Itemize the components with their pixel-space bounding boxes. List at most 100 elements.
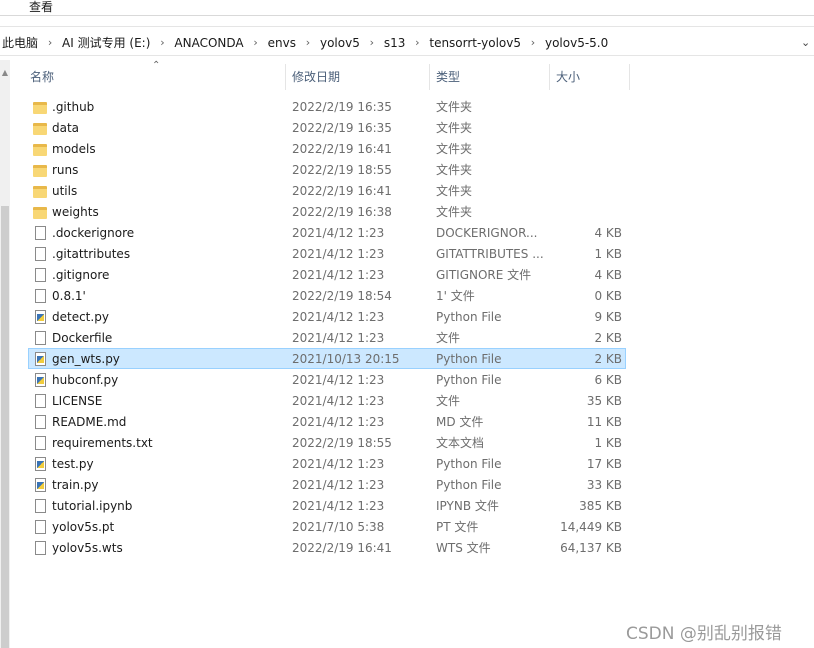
document-icon bbox=[35, 394, 46, 408]
python-logo-icon bbox=[37, 461, 44, 468]
file-row[interactable]: LICENSE 2021/4/12 1:23 文件 35 KB bbox=[28, 390, 626, 411]
file-type: 1' 文件 bbox=[436, 289, 475, 303]
chevron-right-icon[interactable]: › bbox=[244, 36, 268, 49]
file-row[interactable]: train.py 2021/4/12 1:23 Python File 33 KB bbox=[28, 474, 626, 495]
file-name: Dockerfile bbox=[52, 331, 113, 345]
column-name-header[interactable]: 名称 bbox=[30, 68, 54, 86]
python-file-icon bbox=[35, 310, 46, 324]
chevron-right-icon[interactable]: › bbox=[405, 36, 429, 49]
file-date: 2021/4/12 1:23 bbox=[292, 226, 385, 240]
file-type: 文件夹 bbox=[436, 184, 473, 198]
file-row[interactable]: Dockerfile 2021/4/12 1:23 文件 2 KB bbox=[28, 327, 626, 348]
python-logo-icon bbox=[37, 482, 44, 489]
python-logo-icon bbox=[37, 314, 44, 321]
file-date: 2021/4/12 1:23 bbox=[292, 394, 385, 408]
file-name: models bbox=[52, 142, 96, 156]
file-row[interactable]: utils 2022/2/19 16:41 文件夹 bbox=[28, 180, 626, 201]
file-name: runs bbox=[52, 163, 79, 177]
file-type: 文件 bbox=[436, 394, 461, 408]
breadcrumb-item[interactable]: ANACONDA bbox=[174, 36, 243, 50]
file-row[interactable]: README.md 2021/4/12 1:23 MD 文件 11 KB bbox=[28, 411, 626, 432]
folder-icon bbox=[33, 123, 47, 135]
file-row[interactable]: yolov5s.wts 2022/2/19 16:41 WTS 文件 64,137 K… bbox=[28, 537, 626, 558]
file-row[interactable]: yolov5s.pt 2021/7/10 5:38 PT 文件 14,449 KB bbox=[28, 516, 626, 537]
breadcrumb-item[interactable]: AI 测试专用 (E:) bbox=[62, 34, 150, 51]
menu-view[interactable]: 查看 bbox=[29, 0, 53, 14]
document-icon bbox=[35, 289, 46, 303]
document-icon bbox=[35, 331, 46, 345]
file-size: 0 KB bbox=[594, 289, 622, 303]
folder-icon bbox=[33, 186, 47, 198]
chevron-right-icon[interactable]: › bbox=[521, 36, 545, 49]
file-name: hubconf.py bbox=[52, 373, 119, 387]
file-type: Python File bbox=[436, 352, 502, 366]
file-name: README.md bbox=[52, 415, 127, 429]
file-date: 2022/2/19 16:35 bbox=[292, 121, 392, 135]
scroll-thumb[interactable] bbox=[1, 206, 9, 648]
file-row[interactable]: weights 2022/2/19 16:38 文件夹 bbox=[28, 201, 626, 222]
vertical-scrollbar[interactable]: ▲ bbox=[0, 60, 10, 648]
column-type-header[interactable]: 类型 bbox=[436, 68, 460, 86]
file-date: 2021/4/12 1:23 bbox=[292, 310, 385, 324]
file-row[interactable]: runs 2022/2/19 18:55 文件夹 bbox=[28, 159, 626, 180]
breadcrumb-item[interactable]: envs bbox=[268, 36, 296, 50]
python-file-icon bbox=[35, 373, 46, 387]
file-date: 2022/2/19 18:55 bbox=[292, 163, 392, 177]
column-date-header[interactable]: 修改日期 bbox=[292, 68, 340, 86]
file-row[interactable]: .github 2022/2/19 16:35 文件夹 bbox=[28, 96, 626, 117]
file-date: 2021/4/12 1:23 bbox=[292, 478, 385, 492]
file-type: PT 文件 bbox=[436, 520, 479, 534]
file-size: 2 KB bbox=[594, 331, 622, 345]
file-row[interactable]: gen_wts.py 2021/10/13 20:15 Python File 2 K… bbox=[28, 348, 626, 369]
column-divider[interactable] bbox=[549, 64, 550, 90]
file-size: 14,449 KB bbox=[560, 520, 622, 534]
file-size: 9 KB bbox=[594, 310, 622, 324]
file-row[interactable]: 0.8.1' 2022/2/19 18:54 1' 文件 0 KB bbox=[28, 285, 626, 306]
chevron-down-icon[interactable]: ⌄ bbox=[801, 36, 810, 49]
column-divider[interactable] bbox=[629, 64, 630, 90]
file-date: 2021/4/12 1:23 bbox=[292, 373, 385, 387]
file-row[interactable]: requirements.txt 2022/2/19 18:55 文本文档 1 KB bbox=[28, 432, 626, 453]
breadcrumb-item[interactable]: yolov5-5.0 bbox=[545, 36, 608, 50]
file-row[interactable]: hubconf.py 2021/4/12 1:23 Python File 6 KB bbox=[28, 369, 626, 390]
file-type: Python File bbox=[436, 373, 502, 387]
file-name: .gitignore bbox=[52, 268, 110, 282]
file-date: 2021/4/12 1:23 bbox=[292, 268, 385, 282]
file-row[interactable]: .gitattributes 2021/4/12 1:23 GITATTRIBUTE… bbox=[28, 243, 626, 264]
breadcrumb-item[interactable]: yolov5 bbox=[320, 36, 360, 50]
file-row[interactable]: test.py 2021/4/12 1:23 Python File 17 KB bbox=[28, 453, 626, 474]
file-name: yolov5s.pt bbox=[52, 520, 115, 534]
document-icon bbox=[35, 226, 46, 240]
chevron-right-icon[interactable]: › bbox=[150, 36, 174, 49]
file-row[interactable]: tutorial.ipynb 2021/4/12 1:23 IPYNB 文件 385 … bbox=[28, 495, 626, 516]
file-row[interactable]: .gitignore 2021/4/12 1:23 GITIGNORE 文件 4 KB bbox=[28, 264, 626, 285]
column-header: ⌃ 名称 修改日期 类型 大小 bbox=[10, 60, 814, 92]
file-date: 2022/2/19 16:41 bbox=[292, 184, 392, 198]
file-name: .gitattributes bbox=[52, 247, 131, 261]
breadcrumb-item[interactable]: tensorrt-yolov5 bbox=[429, 36, 521, 50]
column-divider[interactable] bbox=[429, 64, 430, 90]
file-name: requirements.txt bbox=[52, 436, 153, 450]
breadcrumb-item[interactable]: 此电脑 bbox=[2, 34, 38, 51]
chevron-right-icon[interactable]: › bbox=[360, 36, 384, 49]
file-date: 2021/7/10 5:38 bbox=[292, 520, 385, 534]
file-size: 33 KB bbox=[586, 478, 622, 492]
chevron-right-icon[interactable]: › bbox=[38, 36, 62, 49]
file-type: GITATTRIBUTES ... bbox=[436, 247, 544, 261]
file-row[interactable]: .dockerignore 2021/4/12 1:23 DOCKERIGNOR..… bbox=[28, 222, 626, 243]
file-date: 2022/2/19 18:55 bbox=[292, 436, 392, 450]
python-logo-icon bbox=[37, 377, 44, 384]
address-bar[interactable]: 此电脑 › AI 测试专用 (E:) › ANACONDA › envs › yolov5 › s1… bbox=[0, 26, 814, 56]
sort-ascending-icon: ⌃ bbox=[152, 60, 161, 71]
column-size-header[interactable]: 大小 bbox=[556, 68, 580, 86]
breadcrumb-item[interactable]: s13 bbox=[384, 36, 406, 50]
file-row[interactable]: detect.py 2021/4/12 1:23 Python File 9 KB bbox=[28, 306, 626, 327]
chevron-right-icon[interactable]: › bbox=[296, 36, 320, 49]
file-date: 2021/4/12 1:23 bbox=[292, 457, 385, 471]
file-row[interactable]: data 2022/2/19 16:35 文件夹 bbox=[28, 117, 626, 138]
file-name: 0.8.1' bbox=[52, 289, 86, 303]
python-logo-icon bbox=[37, 356, 44, 363]
file-row[interactable]: models 2022/2/19 16:41 文件夹 bbox=[28, 138, 626, 159]
column-divider[interactable] bbox=[285, 64, 286, 90]
scroll-up-icon[interactable]: ▲ bbox=[0, 68, 10, 77]
